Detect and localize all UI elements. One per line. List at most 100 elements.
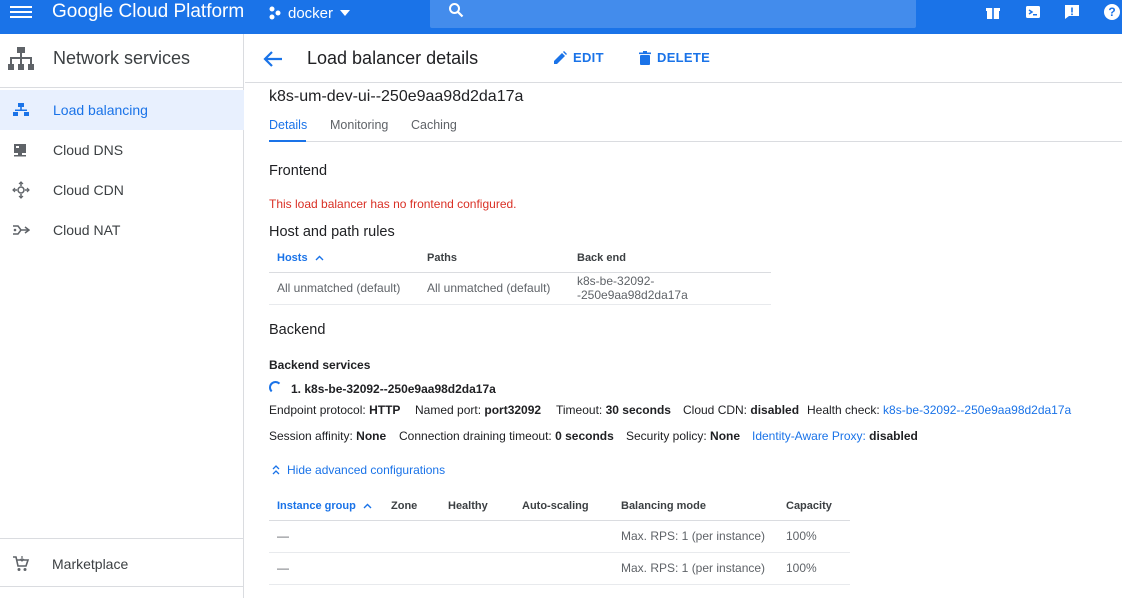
connection-draining: Connection draining timeout: 0 seconds: [399, 429, 614, 443]
sort-ascending-icon: [315, 255, 324, 261]
column-header-back-end: Back end: [569, 244, 771, 273]
gift-icon[interactable]: [983, 2, 1003, 22]
column-header-hosts[interactable]: Hosts: [269, 244, 419, 273]
delete-button[interactable]: DELETE: [639, 50, 710, 65]
sidebar-divider: [0, 586, 244, 587]
sidebar-item-cloud-nat[interactable]: Cloud NAT: [0, 210, 244, 250]
backend-services-label: Backend services: [269, 358, 371, 372]
table-cell: All unmatched (default): [269, 272, 419, 305]
timeout: Timeout: 30 seconds: [556, 403, 671, 417]
table-cell: [440, 552, 514, 585]
project-icon: [269, 6, 281, 20]
cdn-icon: [12, 181, 30, 199]
table-cell: 100%: [778, 552, 850, 585]
column-header-balancing-mode: Balancing mode: [613, 492, 778, 521]
cloud-cdn-status: Cloud CDN: disabled: [683, 403, 800, 417]
table-cell: k8s-be-32092--250e9aa98d2da17a: [569, 272, 771, 305]
top-bar: Google Cloud Platform docker ?: [0, 0, 1122, 34]
load-balancer-name: k8s-um-dev-ui--250e9aa98d2da17a: [269, 88, 524, 105]
table-cell: Max. RPS: 1 (per instance): [613, 552, 778, 585]
column-header-healthy: Healthy: [440, 492, 514, 521]
help-icon[interactable]: ?: [1102, 2, 1122, 22]
host-path-rules-heading: Host and path rules: [269, 224, 395, 240]
network-services-icon: [8, 47, 34, 70]
table-cell: —: [269, 552, 383, 585]
table-row: — Max. RPS: 1 (per instance) 100%: [269, 520, 850, 553]
project-name: docker: [288, 4, 334, 22]
search-input[interactable]: [430, 0, 916, 28]
brand-title[interactable]: Google Cloud Platform: [52, 0, 244, 24]
table-cell: [383, 552, 440, 585]
column-header-instance-group[interactable]: Instance group: [269, 492, 383, 521]
session-affinity: Session affinity: None: [269, 429, 387, 443]
svg-text:?: ?: [1108, 5, 1115, 19]
sidebar-item-cloud-cdn[interactable]: Cloud CDN: [0, 170, 244, 210]
hide-advanced-configurations-button[interactable]: Hide advanced configurations: [271, 463, 445, 477]
sidebar-item-marketplace[interactable]: Marketplace: [0, 538, 244, 586]
feedback-icon[interactable]: [1062, 2, 1082, 22]
table-row: All unmatched (default) All unmatched (d…: [269, 272, 771, 305]
tab-caching[interactable]: Caching: [411, 118, 457, 142]
health-check-link[interactable]: k8s-be-32092--250e9aa98d2da17a: [883, 403, 1071, 417]
pencil-icon: [554, 50, 567, 64]
tab-monitoring[interactable]: Monitoring: [330, 118, 388, 142]
dns-icon: [14, 144, 26, 157]
main-content: Load balancer details EDIT DELETE k8s-um…: [245, 34, 1122, 598]
edit-button[interactable]: EDIT: [553, 50, 604, 65]
column-header-paths: Paths: [419, 244, 569, 273]
page-header: Load balancer details EDIT DELETE: [245, 34, 1122, 83]
page-title: Load balancer details: [307, 48, 479, 68]
cart-icon: [13, 556, 30, 571]
table-row: — Max. RPS: 1 (per instance) 100%: [269, 552, 850, 585]
edit-label: EDIT: [573, 50, 604, 65]
back-arrow-icon[interactable]: [263, 50, 283, 68]
endpoint-protocol: Endpoint protocol: HTTP: [269, 403, 401, 417]
column-header-auto-scaling: Auto-scaling: [514, 492, 613, 521]
tab-details[interactable]: Details: [269, 118, 307, 142]
project-selector[interactable]: docker: [268, 2, 351, 24]
sidebar-title: Network services: [53, 48, 191, 68]
backend-service-name: 1. k8s-be-32092--250e9aa98d2da17a: [291, 382, 496, 396]
named-port: Named port: port32092: [415, 403, 542, 417]
terminal-icon[interactable]: [1023, 2, 1043, 22]
trash-icon: [639, 50, 651, 65]
iap-link[interactable]: Identity-Aware Proxy:: [752, 429, 866, 443]
sidebar-item-label: Cloud CDN: [53, 182, 124, 198]
sort-ascending-icon: [363, 503, 372, 509]
sidebar-header: Network services: [0, 34, 244, 88]
instance-group-table: Instance group Zone Healthy Auto-scaling…: [269, 492, 850, 585]
table-cell: [440, 520, 514, 553]
security-policy: Security policy: None: [626, 429, 741, 443]
collapse-icon: [272, 465, 280, 475]
table-cell: All unmatched (default): [419, 272, 569, 305]
host-rules-table: Hosts Paths Back end All unmatched (defa…: [269, 244, 771, 305]
backend-heading: Backend: [269, 322, 326, 338]
menu-icon[interactable]: [10, 3, 32, 25]
sidebar-item-cloud-dns[interactable]: Cloud DNS: [0, 130, 244, 170]
health-check: Health check: k8s-be-32092--250e9aa98d2d…: [807, 403, 1072, 417]
table-cell: [514, 552, 613, 585]
frontend-error-message: This load balancer has no frontend confi…: [269, 197, 517, 211]
sidebar-item-label: Marketplace: [52, 556, 129, 572]
search-icon: [449, 3, 464, 18]
column-header-capacity: Capacity: [778, 492, 850, 521]
sidebar-item-label: Cloud DNS: [53, 142, 124, 158]
delete-label: DELETE: [657, 50, 711, 65]
table-cell: —: [269, 520, 383, 553]
table-header-row: Hosts Paths Back end: [269, 244, 771, 273]
sidebar: Network services Load balancing Cloud DN…: [0, 34, 244, 598]
loading-spinner-icon: [269, 381, 282, 394]
table-cell: 100%: [778, 520, 850, 553]
chevron-down-icon: [340, 10, 351, 16]
table-cell: Max. RPS: 1 (per instance): [613, 520, 778, 553]
table-header-row: Instance group Zone Healthy Auto-scaling…: [269, 492, 850, 521]
sidebar-item-label: Cloud NAT: [53, 222, 121, 238]
frontend-heading: Frontend: [269, 163, 328, 179]
identity-aware-proxy: Identity-Aware Proxy: disabled: [752, 429, 918, 443]
table-cell: [383, 520, 440, 553]
sidebar-item-load-balancing[interactable]: Load balancing: [0, 90, 244, 130]
load-balancing-icon: [13, 103, 29, 116]
table-cell: [514, 520, 613, 553]
nat-icon: [13, 225, 30, 235]
tab-bar: Details Monitoring Caching: [269, 118, 1122, 142]
